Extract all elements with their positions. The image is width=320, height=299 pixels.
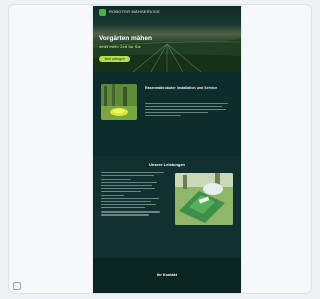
contact-title: Ihr Kontakt [156,273,178,277]
text-line [101,174,154,177]
text-line [101,201,152,203]
hero-section: ROBOTER MÄHSERVICE Vorgärten mähen Jetzt… [93,6,241,72]
hero-cta-button[interactable]: Jetzt anfragen [99,56,130,62]
text-link[interactable] [145,114,181,117]
text-line [101,185,153,187]
text-line [101,198,160,200]
contact-section: Ihr Kontakt [93,258,241,293]
text-line [101,191,141,193]
services-text-block [101,172,167,217]
hero-subtitle: Jetzt mehr Zeit für Sie [99,44,141,49]
promo-text-block [145,103,235,118]
text-line [145,108,226,111]
logo-text: ROBOTER MÄHSERVICE [109,9,160,15]
site-logo[interactable]: ROBOTER MÄHSERVICE [99,9,160,16]
text-line [101,211,161,213]
text-line [101,188,156,190]
text-line [101,207,145,209]
text-line [145,105,223,108]
services-section: Unsere Leistungen [93,156,241,258]
logo-icon [99,9,106,16]
promo-section: Rasenmähroboter Installation und Service [93,72,241,156]
hero-title: Vorgärten mähen [99,35,152,42]
services-subheading [101,195,125,197]
website-preview[interactable]: ROBOTER MÄHSERVICE Vorgärten mähen Jetzt… [93,6,241,293]
text-line [101,182,158,184]
promo-title: Rasenmähroboter Installation und Service [145,86,218,90]
services-title: Unsere Leistungen [148,162,185,167]
text-line [145,103,228,105]
lawn-mower-photo [175,173,233,225]
text-line [101,214,149,216]
text-line [101,172,164,174]
text-line [101,204,157,206]
expand-icon[interactable] [13,282,21,290]
text-line [145,111,208,114]
services-subheading [101,179,131,181]
mower-photo [101,84,137,120]
browser-preview-card: ROBOTER MÄHSERVICE Vorgärten mähen Jetzt… [8,4,312,294]
